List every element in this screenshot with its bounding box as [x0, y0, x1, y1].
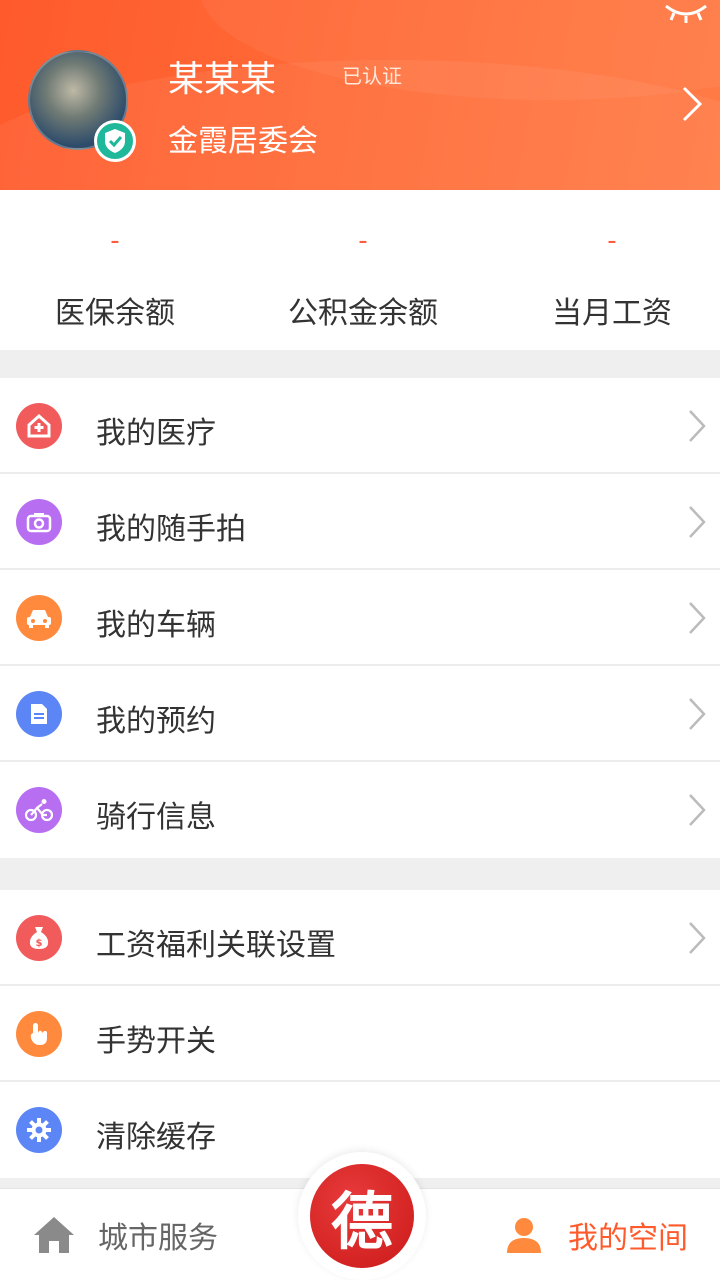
car-icon — [16, 595, 62, 641]
menu-item-appointment[interactable]: 我的预约 — [0, 666, 720, 762]
menu-label: 手势开关 — [96, 1024, 216, 1059]
nav-label: 我的空间 — [568, 1221, 688, 1256]
menu-item-gesture-switch[interactable]: 手势开关 — [0, 986, 720, 1082]
chevron-right-icon — [689, 794, 706, 826]
menu-label: 工资福利关联设置 — [96, 928, 336, 963]
svg-text:$: $ — [36, 938, 43, 949]
bicycle-icon — [16, 787, 62, 833]
menu-label: 我的医疗 — [96, 416, 216, 451]
balance-value: - — [110, 226, 120, 256]
verified-shield-icon — [94, 120, 136, 162]
balance-value: - — [358, 226, 368, 256]
menu-item-cycling[interactable]: 骑行信息 — [0, 762, 720, 858]
balance-panel: - 医保余额 - 公积金余额 - 当月工资 — [0, 190, 720, 350]
gear-icon — [16, 1107, 62, 1153]
menu-label: 我的车辆 — [96, 608, 216, 643]
balance-label: 医保余额 — [55, 296, 175, 331]
menu-item-vehicle[interactable]: 我的车辆 — [0, 570, 720, 666]
menu-section-personal: 我的医疗 我的随手拍 我的车辆 我的预约 骑行信息 — [0, 378, 720, 858]
menu-label: 骑行信息 — [96, 800, 216, 835]
money-bag-icon: $ — [16, 915, 62, 961]
chevron-right-icon[interactable] — [676, 84, 706, 124]
menu-label: 我的预约 — [96, 704, 216, 739]
center-logo-label: 德 — [330, 1185, 393, 1258]
person-icon — [507, 1218, 541, 1253]
chevron-right-icon — [689, 602, 706, 634]
menu-item-salary-settings[interactable]: $ 工资福利关联设置 — [0, 890, 720, 986]
chevron-right-icon — [689, 506, 706, 538]
chevron-right-icon — [689, 410, 706, 442]
menu-label: 我的随手拍 — [96, 512, 246, 547]
medical-house-icon — [16, 403, 62, 449]
certified-label: 已认证 — [342, 64, 402, 88]
menu-item-medical[interactable]: 我的医疗 — [0, 378, 720, 474]
document-icon — [16, 691, 62, 737]
medical-insurance-balance[interactable]: - 医保余额 — [0, 190, 235, 350]
camera-icon — [16, 499, 62, 545]
monthly-salary[interactable]: - 当月工资 — [492, 190, 720, 350]
menu-item-snapshot[interactable]: 我的随手拍 — [0, 474, 720, 570]
profile-header[interactable]: 某某某 已认证 金霞居委会 — [0, 0, 720, 190]
balance-label: 当月工资 — [552, 296, 672, 331]
center-logo-button[interactable]: 德 — [310, 1164, 414, 1268]
eye-closed-icon[interactable] — [662, 2, 710, 24]
nav-my-space[interactable]: 我的空间 — [504, 1213, 688, 1257]
organization-name: 金霞居委会 — [168, 124, 318, 159]
chevron-right-icon — [689, 698, 706, 730]
user-name: 某某某 — [168, 59, 277, 100]
menu-section-settings: $ 工资福利关联设置 手势开关 清除缓存 — [0, 890, 720, 1178]
balance-label: 公积金余额 — [288, 296, 438, 331]
menu-label: 清除缓存 — [96, 1120, 216, 1155]
nav-label: 城市服务 — [98, 1221, 218, 1256]
gesture-icon — [16, 1011, 62, 1057]
chevron-right-icon — [689, 922, 706, 954]
nav-city-services[interactable]: 城市服务 — [32, 1213, 218, 1257]
housing-fund-balance[interactable]: - 公积金余额 — [243, 190, 483, 350]
balance-value: - — [607, 226, 617, 256]
home-icon — [34, 1217, 74, 1253]
